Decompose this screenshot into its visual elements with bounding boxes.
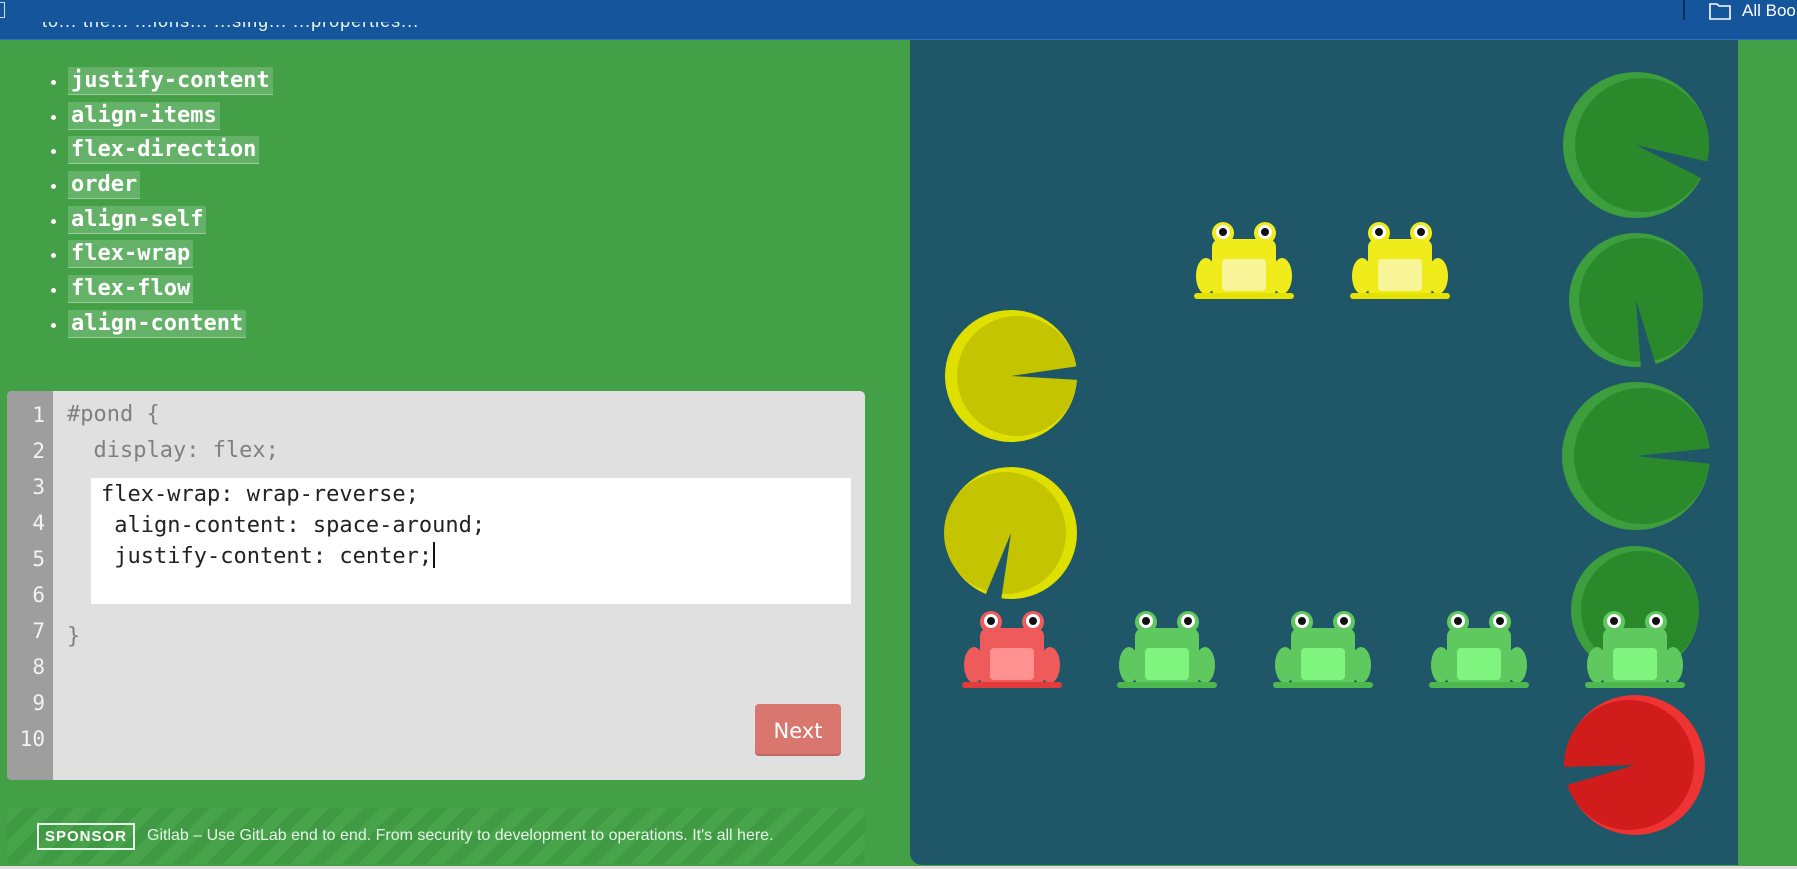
list-item: flex-flow: [68, 275, 273, 311]
list-item: justify-content: [68, 67, 273, 103]
lilypad-green: [1561, 70, 1711, 220]
frog-green: [1117, 610, 1217, 690]
line-number: 5: [32, 547, 45, 571]
property-justify-content[interactable]: justify-content: [68, 67, 273, 95]
sponsor-badge: SPONSOR: [37, 822, 136, 850]
input-line: flex-wrap: wrap-reverse;: [101, 482, 419, 507]
lilypad-yellow: [943, 308, 1079, 444]
all-bookmarks-button[interactable]: All Boo: [1708, 0, 1796, 22]
frog-green: [1585, 610, 1685, 690]
next-button[interactable]: Next: [755, 704, 841, 756]
code-line-display: display: flex;: [67, 438, 279, 463]
list-item: align-content: [68, 309, 273, 346]
css-editor: 1 2 3 4 5 6 7 8 9 10 #pond { display: fl…: [7, 391, 865, 780]
frog-green: [1429, 610, 1529, 690]
code-line-closing: }: [67, 624, 81, 649]
property-align-items[interactable]: align-items: [68, 101, 220, 130]
line-number: 3: [32, 475, 45, 499]
property-flex-flow[interactable]: flex-flow: [68, 275, 194, 304]
line-number: 7: [32, 619, 45, 643]
frog-green: [1273, 610, 1373, 690]
property-align-content[interactable]: align-content: [68, 309, 247, 338]
line-number: 10: [19, 727, 45, 751]
list-item: flex-wrap: [68, 240, 273, 276]
line-number: 9: [32, 691, 45, 715]
list-item: order: [68, 171, 273, 207]
instructions-cut-line: to... the... ...ions... ...sing... ...pr…: [42, 22, 662, 40]
line-number: 6: [32, 583, 45, 607]
lilypad-green: [1567, 231, 1705, 369]
line-number-gutter: 1 2 3 4 5 6 7 8 9 10: [7, 391, 53, 780]
line-number: 2: [32, 439, 45, 463]
pond-board: [910, 40, 1738, 865]
list-item: align-self: [68, 205, 273, 242]
all-bookmarks-label: All Boo: [1742, 1, 1796, 20]
text-caret: [433, 542, 436, 568]
property-flex-direction[interactable]: flex-direction: [68, 136, 260, 165]
lilypad-yellow: [943, 465, 1079, 601]
property-flex-wrap[interactable]: flex-wrap: [68, 240, 194, 269]
line-number: 1: [32, 403, 45, 427]
frog-yellow: [1194, 221, 1294, 301]
property-order[interactable]: order: [68, 171, 141, 200]
property-list: justify-content align-items flex-directi…: [40, 67, 273, 346]
folder-icon: [1709, 3, 1731, 20]
list-item: flex-direction: [68, 136, 273, 172]
code-line-selector: #pond {: [67, 402, 160, 427]
lilypad-green: [1560, 380, 1712, 532]
list-item: align-items: [68, 101, 273, 138]
lilypad-red: [1563, 693, 1707, 837]
css-input-textarea[interactable]: flex-wrap: wrap-reverse; align-content: …: [91, 478, 851, 604]
frog-yellow: [1350, 221, 1450, 301]
line-number: 4: [32, 511, 45, 535]
toolbar-divider: [1683, 0, 1685, 20]
bar-edge-icon: [0, 2, 5, 18]
input-line: align-content: space-around;: [101, 513, 486, 538]
frog-red: [962, 610, 1062, 690]
property-align-self[interactable]: align-self: [68, 205, 207, 234]
sponsor-text[interactable]: Gitlab – Use GitLab end to end. From sec…: [147, 827, 774, 845]
input-line: justify-content: center;: [101, 544, 433, 569]
line-number: 8: [32, 655, 45, 679]
sponsor-banner[interactable]: SPONSOR Gitlab – Use GitLab end to end. …: [7, 808, 865, 864]
input-line-caret-row: justify-content: center;: [101, 542, 436, 572]
